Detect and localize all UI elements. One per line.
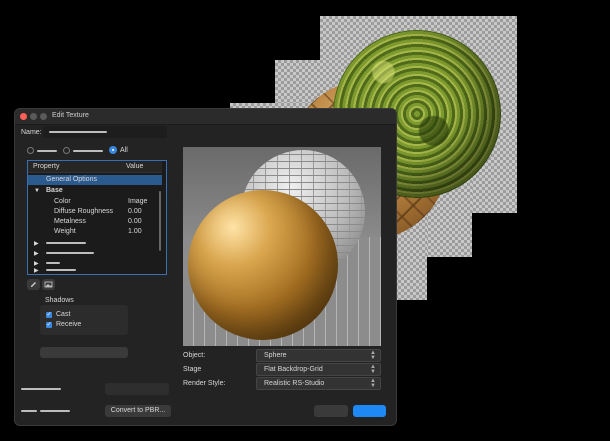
disclosure-right-icon[interactable]: ▶ bbox=[34, 260, 39, 267]
name-label: Name: bbox=[21, 129, 42, 136]
disclosure-right-icon[interactable]: ▶ bbox=[34, 250, 39, 257]
stage-select[interactable]: Flat Backdrop-Grid ▲ ▼ bbox=[256, 363, 381, 376]
tree-header: Property Value bbox=[28, 161, 162, 173]
footer-button-1[interactable] bbox=[105, 383, 169, 395]
render-style-label: Render Style: bbox=[183, 380, 226, 387]
tree-scrollbar[interactable] bbox=[159, 191, 161, 251]
placeholder-button[interactable] bbox=[40, 347, 128, 358]
cast-label: Cast bbox=[56, 311, 71, 318]
disclosure-right-icon[interactable]: ▶ bbox=[34, 240, 39, 247]
chevron-updown-icon: ▲ ▼ bbox=[370, 350, 376, 361]
row-value: 0.00 bbox=[128, 208, 142, 215]
footer-label-2 bbox=[21, 410, 37, 412]
render-style-select[interactable]: Realistic RS-Studio ▲ ▼ bbox=[256, 377, 381, 390]
chevron-updown-icon: ▲ ▼ bbox=[370, 364, 376, 375]
footer-label-3 bbox=[40, 410, 70, 412]
row-value: 1.00 bbox=[128, 228, 142, 235]
filter-all-label: All bbox=[120, 147, 128, 154]
shadows-title: Shadows bbox=[45, 297, 74, 304]
tree-row-collapsed[interactable]: ▶ bbox=[28, 267, 162, 274]
cancel-button[interactable] bbox=[314, 405, 348, 417]
filter-radio-all-dot bbox=[112, 149, 114, 151]
stage-label: Stage bbox=[183, 366, 202, 373]
chevron-updown-icon: ▲ ▼ bbox=[370, 378, 376, 389]
disclosure-down-icon[interactable]: ▼ bbox=[34, 188, 40, 194]
filter-option-2-label bbox=[73, 150, 103, 152]
object-label: Object: bbox=[183, 352, 206, 359]
filter-radio-2[interactable] bbox=[63, 147, 70, 154]
render-style-value: Realistic RS-Studio bbox=[264, 380, 325, 387]
column-property[interactable]: Property bbox=[33, 163, 59, 170]
shadows-group bbox=[40, 305, 128, 335]
row-label: Metalness bbox=[54, 218, 86, 225]
cast-checkbox[interactable]: ✓ bbox=[46, 312, 52, 318]
scene-viewport[interactable] bbox=[183, 147, 381, 346]
tree-row-collapsed[interactable]: ▶ bbox=[28, 248, 162, 258]
zoom-button[interactable] bbox=[40, 113, 47, 120]
close-button[interactable] bbox=[20, 113, 27, 120]
window-title: Edit Texture bbox=[52, 112, 89, 119]
disclosure-right-icon[interactable]: ▶ bbox=[34, 267, 39, 274]
tree-row-diffuse-roughness[interactable]: Diffuse Roughness 0.00 bbox=[28, 207, 162, 217]
row-label: Color bbox=[54, 198, 71, 205]
edit-button[interactable] bbox=[27, 279, 40, 290]
minimize-button[interactable] bbox=[30, 113, 37, 120]
tree-row-base[interactable]: ▼ Base bbox=[28, 186, 162, 196]
edit-texture-window: Edit Texture Name: All Property Value Ge… bbox=[14, 108, 397, 426]
convert-to-pbr-button[interactable]: Convert to PBR... bbox=[105, 405, 171, 417]
footer-label-1 bbox=[21, 388, 61, 390]
title-bar: Edit Texture bbox=[15, 109, 396, 125]
tree-row-color[interactable]: Color Image bbox=[28, 197, 162, 207]
row-label: Diffuse Roughness bbox=[54, 208, 114, 215]
property-tree: Property Value General Options ▼ Base Co… bbox=[27, 160, 167, 275]
tree-row-general-options[interactable]: General Options bbox=[28, 175, 162, 185]
general-options-label: General Options bbox=[46, 176, 97, 183]
object-value: Sphere bbox=[264, 352, 287, 359]
tree-row-weight[interactable]: Weight 1.00 bbox=[28, 227, 162, 237]
image-icon bbox=[44, 281, 53, 288]
tree-row-collapsed[interactable]: ▶ bbox=[28, 238, 162, 248]
image-button[interactable] bbox=[42, 279, 55, 290]
pencil-icon bbox=[31, 282, 36, 287]
base-group-label: Base bbox=[46, 187, 63, 194]
receive-checkbox[interactable]: ✓ bbox=[46, 322, 52, 328]
receive-label: Receive bbox=[56, 321, 82, 328]
ok-button[interactable] bbox=[353, 405, 386, 417]
row-label: Weight bbox=[54, 228, 76, 235]
stage-value: Flat Backdrop-Grid bbox=[264, 366, 323, 373]
filter-option-1-label bbox=[37, 150, 57, 152]
row-value: Image bbox=[128, 198, 148, 205]
tree-row-metalness[interactable]: Metalness 0.00 bbox=[28, 217, 162, 227]
name-field[interactable] bbox=[43, 126, 167, 138]
object-select[interactable]: Sphere ▲ ▼ bbox=[256, 349, 381, 362]
row-value: 0.00 bbox=[128, 218, 142, 225]
filter-radio-1[interactable] bbox=[27, 147, 34, 154]
column-value[interactable]: Value bbox=[126, 163, 143, 170]
convert-label: Convert to PBR... bbox=[110, 407, 166, 414]
gold-sphere-image bbox=[188, 190, 338, 340]
